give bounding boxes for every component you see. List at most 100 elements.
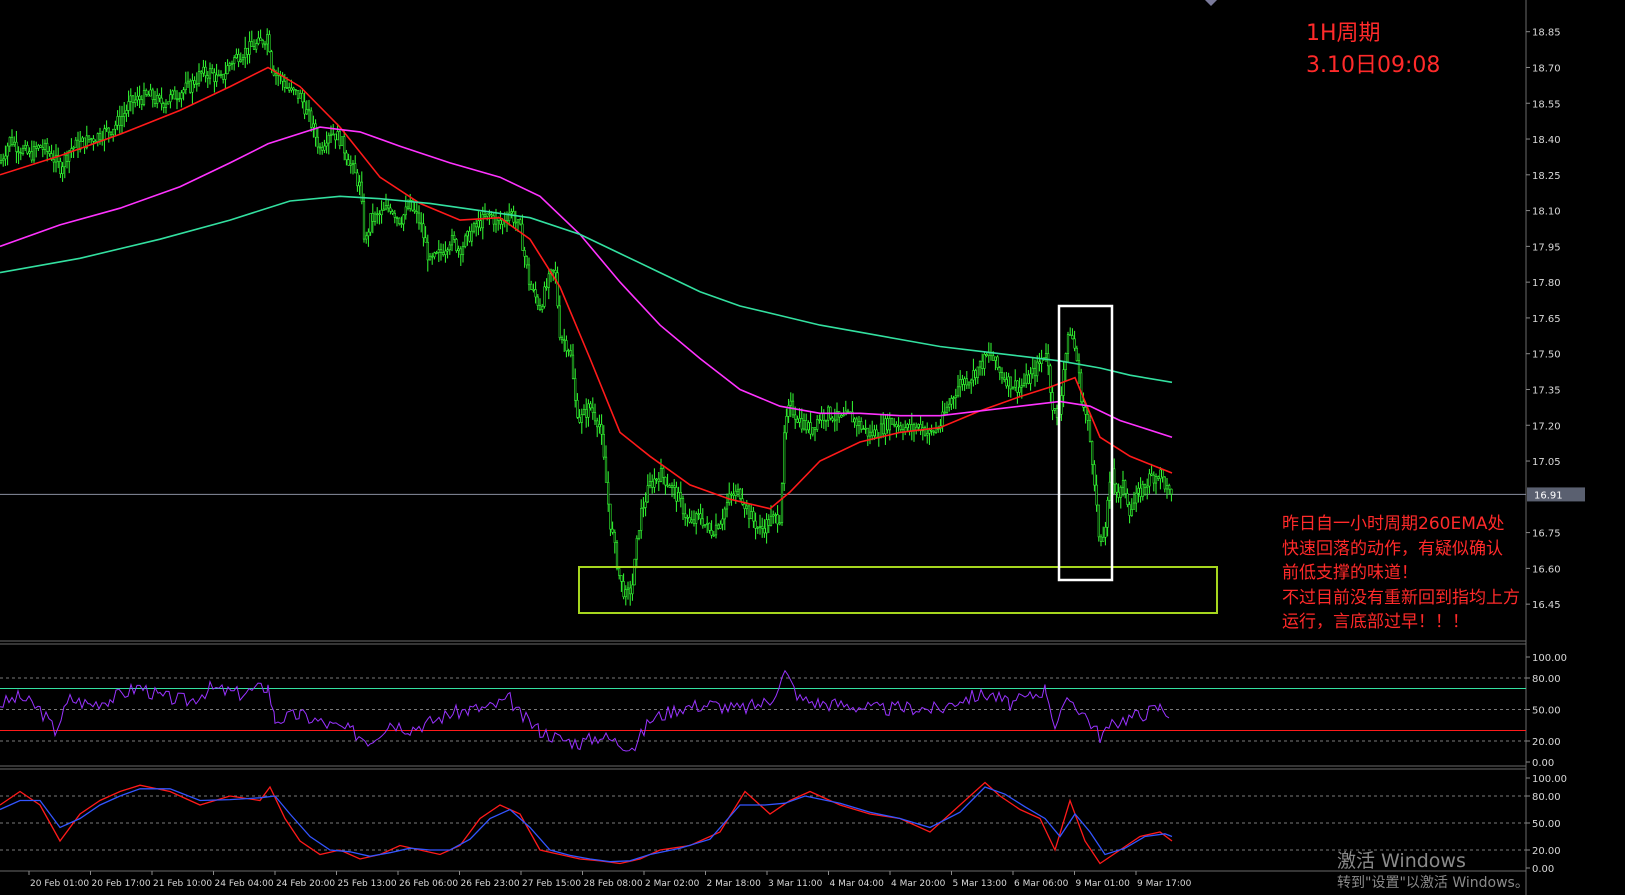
candle-body — [211, 68, 214, 74]
candle-body — [109, 131, 113, 135]
candle-body — [233, 57, 236, 64]
candle-body — [679, 492, 682, 499]
candle-body — [464, 235, 467, 247]
candle-body — [61, 166, 64, 175]
candle-body — [252, 46, 256, 50]
candle-body — [703, 524, 707, 527]
candle-body — [334, 133, 337, 141]
candle-body — [796, 418, 799, 423]
candle-body — [325, 142, 328, 147]
time-tick-label: 20 Feb 01:00 — [30, 879, 89, 889]
candle-body — [888, 418, 891, 431]
candle-body — [574, 378, 577, 401]
candle-body — [1170, 488, 1173, 495]
candle-body — [1007, 376, 1010, 387]
candle-body — [30, 151, 33, 161]
price-tick-label: 16.60 — [1532, 564, 1561, 575]
candle-body — [1055, 408, 1059, 418]
candle-body — [611, 528, 614, 533]
candle-body — [547, 273, 550, 288]
candle-body — [890, 418, 894, 425]
candle-body — [336, 131, 339, 141]
candle-body — [809, 422, 812, 435]
candle-body — [871, 431, 874, 437]
candle-body — [442, 252, 445, 256]
candle-body — [842, 414, 845, 417]
candle-body — [167, 101, 170, 105]
candle-body — [178, 98, 181, 100]
candle-body — [321, 146, 324, 151]
candle-body — [226, 65, 229, 74]
candle-body — [459, 248, 462, 256]
candle-body — [838, 411, 841, 418]
candle-body — [391, 211, 394, 214]
candle-body — [992, 355, 995, 361]
candle-body — [758, 525, 762, 528]
candle-body — [1060, 395, 1063, 415]
candle-body — [1157, 476, 1160, 479]
candle-body — [186, 80, 190, 84]
note-line-2: 快速回落的动作，有疑似确认 — [1282, 538, 1503, 559]
candle-body — [1009, 376, 1012, 390]
candle-body — [138, 95, 141, 100]
candle-body — [402, 214, 405, 225]
candle-body — [860, 421, 863, 430]
candle-body — [994, 356, 997, 361]
candle-body — [1027, 374, 1030, 384]
candle-body — [613, 532, 616, 543]
candle-body — [431, 255, 434, 258]
candle-body — [714, 524, 718, 536]
candle-body — [629, 587, 632, 595]
candle-body — [767, 519, 770, 526]
candle-body — [1108, 481, 1111, 501]
candle-body — [96, 133, 99, 142]
candle-body — [1088, 420, 1092, 442]
chart-area[interactable]: 18.85 18.70 18.55 18.40 18.25 18.10 17.95 17.80… — [0, 0, 1625, 895]
candle-body — [668, 485, 671, 488]
candle-body — [607, 482, 610, 505]
candle-body — [662, 468, 665, 478]
candle-body — [125, 110, 128, 114]
candle-body — [772, 514, 775, 517]
time-tick-label: 4 Mar 20:00 — [891, 879, 946, 889]
price-tick-label: 18.10 — [1532, 207, 1561, 218]
candle-body — [576, 400, 579, 418]
candle-body — [296, 90, 300, 99]
candle-body — [48, 151, 51, 154]
candle-body — [145, 90, 148, 95]
candle-body — [327, 135, 330, 144]
candle-body — [956, 386, 960, 397]
candle-body — [2, 158, 5, 161]
candle-body — [824, 419, 828, 422]
candle-body — [292, 87, 295, 91]
candle-body — [833, 419, 836, 422]
candle-body — [173, 90, 176, 100]
current-price-label: 16.91 — [1534, 490, 1563, 501]
candle-body — [160, 97, 163, 104]
candle-body — [996, 356, 999, 369]
candle-body — [466, 231, 469, 237]
candle-body — [129, 95, 132, 102]
osc-tick-label: 20.00 — [1532, 846, 1561, 857]
candle-body — [684, 513, 687, 518]
candle-body — [930, 429, 933, 432]
candle-body — [455, 239, 458, 252]
candle-body — [41, 147, 44, 150]
candle-body — [43, 142, 47, 150]
candle-body — [499, 220, 502, 225]
candle-body — [1163, 476, 1166, 490]
candle-body — [345, 152, 348, 161]
candle-body — [941, 411, 944, 427]
candle-body — [912, 424, 916, 431]
candle-body — [1113, 468, 1116, 485]
candle-body — [943, 411, 946, 414]
candle-body — [428, 255, 432, 261]
candle-body — [371, 213, 374, 222]
candle-body — [483, 214, 487, 217]
candle-body — [917, 424, 920, 428]
time-tick-label: 28 Feb 08:00 — [584, 879, 643, 889]
candle-body — [398, 217, 401, 224]
candle-body — [332, 133, 335, 136]
candle-body — [112, 128, 115, 135]
candle-body — [739, 488, 742, 499]
